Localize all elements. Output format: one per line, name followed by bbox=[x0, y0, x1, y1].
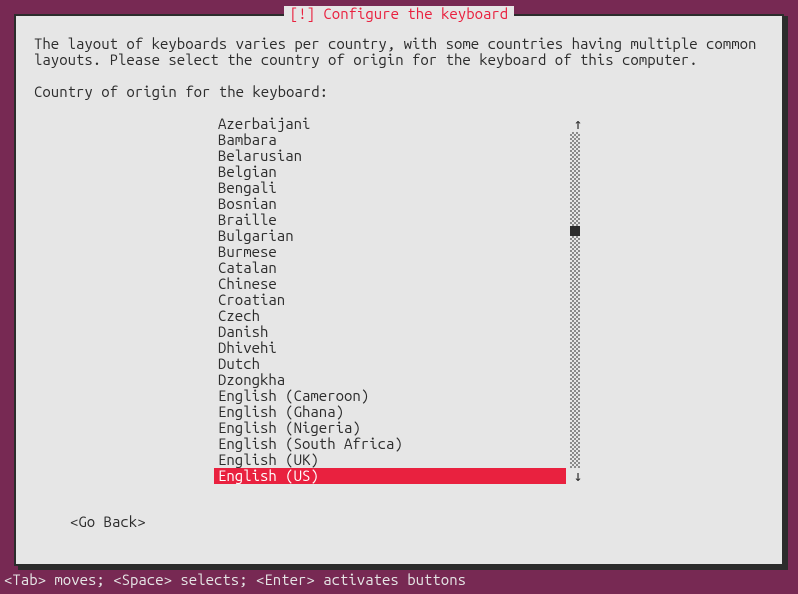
country-list[interactable]: AzerbaijaniBambaraBelarusianBelgianBenga… bbox=[214, 116, 594, 484]
list-item[interactable]: English (Ghana) bbox=[214, 404, 594, 420]
list-item[interactable]: Dutch bbox=[214, 356, 594, 372]
scrollbar-thumb[interactable] bbox=[570, 226, 580, 236]
footer-hint: <Tab> moves; <Space> selects; <Enter> ac… bbox=[4, 572, 466, 588]
list-item[interactable]: Bambara bbox=[214, 132, 594, 148]
dialog-title: [!] Configure the keyboard bbox=[284, 6, 514, 22]
list-item[interactable]: Danish bbox=[214, 324, 594, 340]
list-item[interactable]: Burmese bbox=[214, 244, 594, 260]
window-shadow bbox=[784, 16, 788, 570]
list-item[interactable]: Bengali bbox=[214, 180, 594, 196]
list-item[interactable]: Azerbaijani bbox=[214, 116, 594, 132]
list-item[interactable]: English (UK) bbox=[214, 452, 594, 468]
list-item[interactable]: Croatian bbox=[214, 292, 594, 308]
go-back-button[interactable]: <Go Back> bbox=[70, 514, 764, 530]
list-item[interactable]: Dhivehi bbox=[214, 340, 594, 356]
list-item[interactable]: English (US) bbox=[214, 468, 566, 484]
list-item[interactable]: Catalan bbox=[214, 260, 594, 276]
list-item[interactable]: English (South Africa) bbox=[214, 436, 594, 452]
scroll-up-arrow-icon[interactable]: ↑ bbox=[570, 116, 586, 132]
list-item[interactable]: Bosnian bbox=[214, 196, 594, 212]
dialog-window: [!] Configure the keyboard The layout of… bbox=[14, 14, 784, 566]
scrollbar-track[interactable] bbox=[570, 132, 580, 468]
list-item[interactable]: Bulgarian bbox=[214, 228, 594, 244]
prompt-label: Country of origin for the keyboard: bbox=[34, 84, 764, 100]
list-item[interactable]: English (Nigeria) bbox=[214, 420, 594, 436]
list-item[interactable]: Belarusian bbox=[214, 148, 594, 164]
list-item[interactable]: Czech bbox=[214, 308, 594, 324]
list-item[interactable]: English (Cameroon) bbox=[214, 388, 594, 404]
scroll-down-arrow-icon[interactable]: ↓ bbox=[570, 468, 586, 484]
description-text: The layout of keyboards varies per count… bbox=[34, 36, 764, 68]
list-item[interactable]: Chinese bbox=[214, 276, 594, 292]
window-shadow bbox=[18, 566, 788, 570]
list-item[interactable]: Braille bbox=[214, 212, 594, 228]
list-item[interactable]: Dzongkha bbox=[214, 372, 594, 388]
list-item[interactable]: Belgian bbox=[214, 164, 594, 180]
